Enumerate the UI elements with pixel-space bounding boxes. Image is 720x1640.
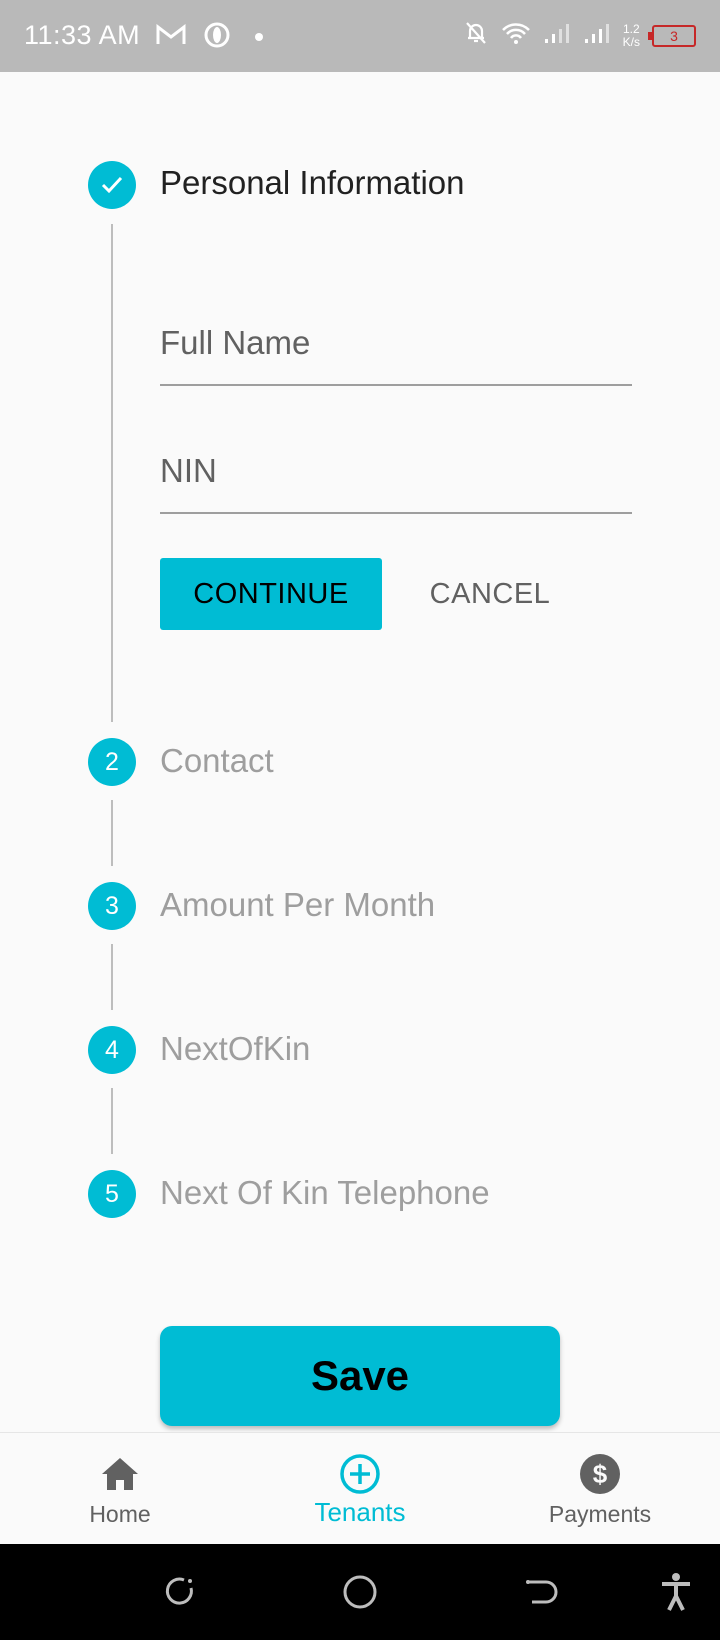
bottom-nav: Home Tenants $ Payments [0,1432,720,1544]
nav-item-payments[interactable]: $ Payments [500,1433,700,1545]
nav-label-tenants: Tenants [314,1497,406,1527]
save-button[interactable]: Save [160,1326,560,1426]
step-5-number[interactable]: 5 [88,1170,136,1218]
gmail-icon [156,23,186,51]
continue-button[interactable]: CONTINUE [160,558,382,630]
opera-icon [204,22,230,53]
add-circle-icon [339,1453,381,1495]
back-icon[interactable] [516,1568,564,1616]
nin-field[interactable]: NIN [160,430,632,514]
system-nav-bar [0,1544,720,1640]
step-2-number[interactable]: 2 [88,738,136,786]
step-3-number[interactable]: 3 [88,882,136,930]
cancel-button[interactable]: CANCEL [410,558,570,630]
step-4-number[interactable]: 4 [88,1026,136,1074]
full-name-placeholder: Full Name [160,324,311,361]
step-title-next-of-kin-telephone[interactable]: Next Of Kin Telephone [160,1174,490,1212]
step-connector [111,224,113,722]
step-connector [111,944,113,1010]
status-time: 11:33 AM [24,20,141,50]
nin-placeholder: NIN [160,452,217,489]
dot-icon [248,24,270,51]
battery-level: 3 [670,27,678,44]
bell-off-icon [463,20,489,51]
step-title-amount-per-month[interactable]: Amount Per Month [160,886,435,924]
accessibility-icon[interactable] [652,1568,700,1616]
battery-icon: 3 [648,24,696,47]
dollar-circle-icon: $ [579,1453,621,1495]
home-icon [99,1453,141,1495]
nav-label-home: Home [89,1501,151,1527]
status-bar: 11:33 AM 1.2 K/s 3 [0,0,720,72]
step-title-next-of-kin[interactable]: NextOfKin [160,1030,310,1068]
nav-label-payments: Payments [548,1501,652,1527]
nav-item-home[interactable]: Home [20,1433,220,1545]
signal-icon [583,21,611,50]
net-speed: 1.2 K/s [622,21,640,49]
step-1-check-icon[interactable] [88,161,136,209]
wifi-icon [501,21,531,50]
full-name-field[interactable]: Full Name [160,302,632,386]
step-title-personal-information[interactable]: Personal Information [160,164,465,202]
step-title-contact[interactable]: Contact [160,742,274,780]
step-connector [111,1088,113,1154]
home-system-icon[interactable] [336,1568,384,1616]
nav-item-tenants[interactable]: Tenants [260,1433,460,1545]
signal-icon [543,21,571,50]
step-connector [111,800,113,866]
svg-text:$: $ [593,1459,608,1489]
recent-apps-icon[interactable] [156,1568,204,1616]
